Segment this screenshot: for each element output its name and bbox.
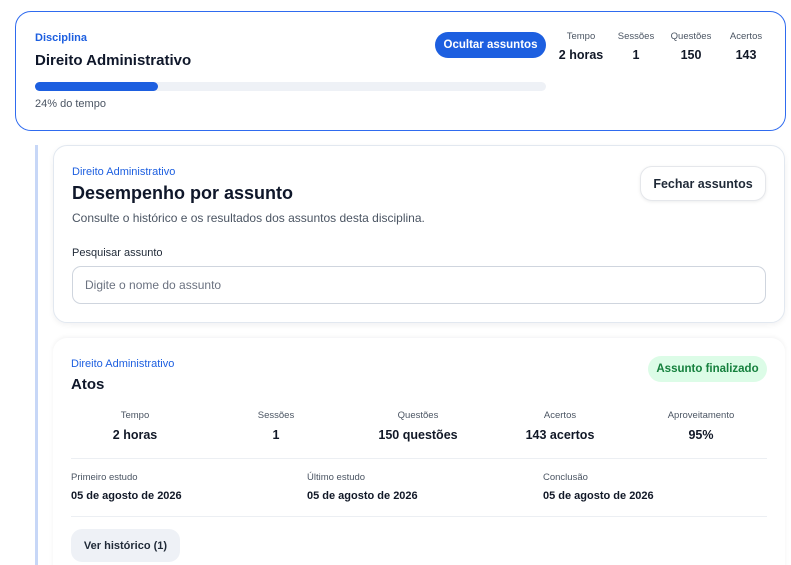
metric-value: 143 acertos (525, 428, 595, 442)
date-label: Primeiro estudo (71, 472, 138, 483)
date-value: 05 de agosto de 2026 (307, 490, 418, 502)
progress-text: 24% do tempo (35, 98, 106, 110)
divider (71, 458, 767, 459)
date-first-study: Primeiro estudo 05 de agosto de 2026 (71, 472, 182, 502)
stat-value: 1 (632, 48, 640, 62)
stat-label: Questões (670, 31, 712, 42)
metric-correct: Acertos 143 acertos (495, 410, 625, 442)
metric-sessions: Sessões 1 (211, 410, 341, 442)
metric-performance: Aproveitamento 95% (636, 410, 766, 442)
progress-bar (35, 82, 546, 91)
status-badge: Assunto finalizado (648, 356, 767, 382)
metric-label: Tempo (120, 410, 150, 421)
metric-questions: Questões 150 questões (353, 410, 483, 442)
divider (71, 516, 767, 517)
stat-questions: Questões 150 (667, 31, 715, 62)
discipline-title: Direito Administrativo (35, 52, 192, 69)
performance-subtitle: Consulte o histórico e os resultados dos… (72, 211, 425, 225)
topics-rail (35, 145, 38, 565)
hide-topics-button[interactable]: Ocultar assuntos (435, 32, 546, 58)
date-value: 05 de agosto de 2026 (543, 490, 654, 502)
stat-label: Acertos (729, 31, 763, 42)
progress-bar-fill (35, 82, 158, 91)
metric-label: Questões (397, 410, 439, 421)
topic-title: Atos (71, 376, 105, 393)
search-input[interactable] (72, 266, 766, 304)
metric-label: Sessões (257, 410, 295, 421)
metric-value: 95% (688, 428, 714, 442)
metric-value: 150 questões (378, 428, 458, 442)
date-last-study: Último estudo 05 de agosto de 2026 (307, 472, 418, 502)
metric-label: Aproveitamento (667, 410, 735, 421)
metric-value: 1 (272, 428, 280, 442)
date-label: Conclusão (543, 472, 588, 483)
stat-label: Tempo (566, 31, 596, 42)
stat-value: 143 (735, 48, 757, 62)
topic-kicker: Direito Administrativo (71, 358, 175, 370)
metric-label: Acertos (543, 410, 577, 421)
stat-label: Sessões (617, 31, 655, 42)
metric-time: Tempo 2 horas (70, 410, 200, 442)
stat-time: Tempo 2 horas (557, 31, 605, 62)
view-history-button[interactable]: Ver histórico (1) (71, 529, 180, 562)
performance-kicker: Direito Administrativo (72, 166, 176, 178)
topic-card: Direito Administrativo Atos Assunto fina… (53, 338, 785, 565)
stat-value: 150 (680, 48, 702, 62)
stat-value: 2 horas (558, 48, 604, 62)
metric-value: 2 horas (112, 428, 158, 442)
date-value: 05 de agosto de 2026 (71, 490, 182, 502)
date-completion: Conclusão 05 de agosto de 2026 (543, 472, 654, 502)
close-topics-button[interactable]: Fechar assuntos (640, 166, 766, 201)
performance-title: Desempenho por assunto (72, 183, 294, 203)
discipline-label: Disciplina (35, 32, 87, 44)
search-label: Pesquisar assunto (72, 247, 163, 259)
stat-sessions: Sessões 1 (614, 31, 658, 62)
discipline-card: Disciplina Direito Administrativo 24% do… (15, 11, 786, 131)
stat-correct: Acertos 143 (724, 31, 768, 62)
date-label: Último estudo (307, 472, 366, 483)
performance-panel: Direito Administrativo Desempenho por as… (53, 145, 785, 323)
